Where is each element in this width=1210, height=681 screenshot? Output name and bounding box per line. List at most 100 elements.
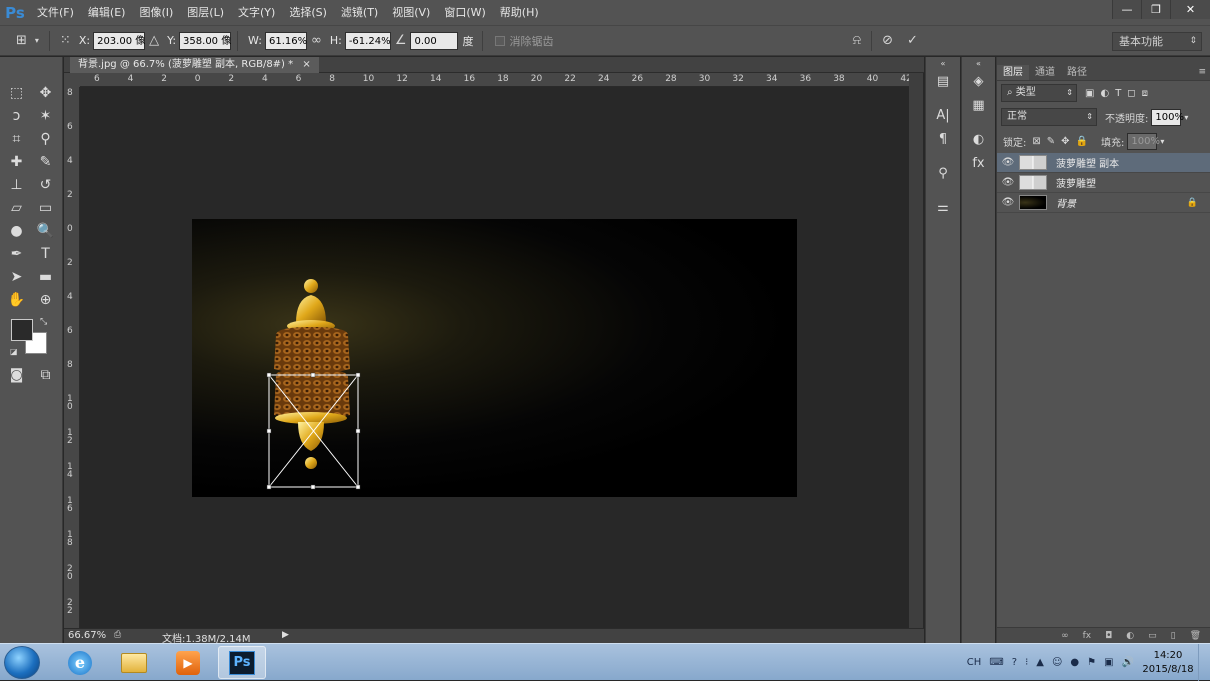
menu-window[interactable]: 窗口(W) bbox=[437, 0, 492, 25]
layer-row[interactable]: 👁 菠萝雕塑 bbox=[997, 173, 1210, 193]
brush-tool-icon[interactable]: ✎ bbox=[31, 150, 60, 173]
filter-smart-object-icon[interactable]: ⧈ bbox=[1142, 88, 1148, 99]
menu-file[interactable]: 文件(F) bbox=[30, 0, 81, 25]
document-canvas[interactable] bbox=[192, 219, 797, 497]
tool-presets-icon[interactable]: ⚌ bbox=[926, 195, 960, 219]
crop-tool-icon[interactable]: ⌗ bbox=[2, 127, 31, 150]
visibility-eye-icon[interactable]: 👁 bbox=[997, 197, 1019, 208]
angle-input[interactable]: 0.00 bbox=[410, 31, 459, 50]
add-mask-icon[interactable]: ◘ bbox=[1105, 631, 1112, 641]
opacity-dropdown-icon[interactable]: ▾ bbox=[1184, 113, 1188, 122]
width-input[interactable]: 61.16% bbox=[265, 31, 307, 50]
workspace-select[interactable]: 基本功能 ⇕ bbox=[1112, 32, 1202, 51]
panel-menu-icon[interactable]: ≡ bbox=[1198, 67, 1206, 77]
restore-button[interactable]: ❐ bbox=[1141, 0, 1170, 19]
fill-dropdown-icon[interactable]: ▾ bbox=[1160, 137, 1164, 146]
link-icon[interactable]: ∞ bbox=[311, 33, 322, 48]
menu-filter[interactable]: 滤镜(T) bbox=[334, 0, 385, 25]
quick-mask-icon[interactable]: ◙ bbox=[2, 363, 31, 386]
minimize-button[interactable]: — bbox=[1112, 0, 1141, 19]
visibility-eye-icon[interactable]: 👁 bbox=[997, 157, 1019, 168]
history-brush-tool-icon[interactable]: ↺ bbox=[31, 173, 60, 196]
internet-explorer-icon[interactable]: e bbox=[56, 646, 104, 679]
new-group-icon[interactable]: ▭ bbox=[1148, 631, 1157, 641]
flag-icon[interactable]: ⚑ bbox=[1087, 657, 1096, 668]
delete-layer-icon[interactable]: 🗑 bbox=[1190, 631, 1201, 641]
ime-indicator[interactable]: CH bbox=[967, 657, 982, 668]
blur-tool-icon[interactable]: ● bbox=[2, 219, 31, 242]
new-adjustment-icon[interactable]: ◐ bbox=[1126, 631, 1134, 641]
lock-image-icon[interactable]: ✎ bbox=[1047, 136, 1055, 147]
menu-view[interactable]: 视图(V) bbox=[385, 0, 437, 25]
clock[interactable]: 14:20 2015/8/18 bbox=[1138, 649, 1198, 677]
close-tab-icon[interactable]: × bbox=[302, 59, 310, 70]
status-menu-arrow-icon[interactable]: ▶ bbox=[282, 630, 289, 640]
hand-tool-icon[interactable]: ✋ bbox=[2, 288, 31, 311]
panel-collapse-icon[interactable]: « bbox=[962, 57, 995, 69]
layer-kind-filter[interactable]: ⌕ 类型 ⇕ bbox=[1001, 84, 1077, 102]
screen-mode-icon[interactable]: ⧉ bbox=[31, 363, 60, 386]
pen-tool-icon[interactable]: ✒ bbox=[2, 242, 31, 265]
commit-transform-icon[interactable]: ✓ bbox=[907, 33, 918, 48]
show-hidden-icons-icon[interactable]: ▲ bbox=[1036, 657, 1044, 668]
path-selection-tool-icon[interactable]: ➤ bbox=[2, 265, 31, 288]
menu-image[interactable]: 图像(I) bbox=[132, 0, 180, 25]
tab-paths[interactable]: 路径 bbox=[1061, 65, 1093, 80]
filter-adjustment-icon[interactable]: ◐ bbox=[1100, 88, 1109, 99]
swap-colors-icon[interactable]: ⤡ bbox=[40, 317, 47, 327]
history-panel-icon[interactable]: ▤ bbox=[926, 69, 960, 93]
healing-brush-tool-icon[interactable]: ✚ bbox=[2, 150, 31, 173]
menu-type[interactable]: 文字(Y) bbox=[231, 0, 282, 25]
type-tool-icon[interactable]: T bbox=[31, 242, 60, 265]
menu-help[interactable]: 帮助(H) bbox=[493, 0, 546, 25]
dodge-tool-icon[interactable]: 🔍 bbox=[31, 219, 60, 242]
layer-row[interactable]: 👁 菠萝雕塑 副本 bbox=[997, 153, 1210, 173]
new-layer-icon[interactable]: ▯ bbox=[1171, 631, 1176, 641]
lasso-tool-icon[interactable]: ↄ bbox=[2, 104, 31, 127]
reference-point-icon[interactable]: ⁙ bbox=[60, 33, 71, 48]
move-tool-icon[interactable]: ✥ bbox=[31, 81, 60, 104]
styles-panel-icon[interactable]: fx bbox=[962, 151, 995, 175]
volume-icon[interactable]: 🔊 bbox=[1122, 657, 1134, 668]
height-input[interactable]: -61.24% bbox=[344, 31, 391, 50]
qq-icon[interactable]: ● bbox=[1070, 657, 1079, 668]
transform-tool-icon[interactable]: ⊞ bbox=[16, 33, 27, 48]
lock-position-icon[interactable]: ✥ bbox=[1061, 136, 1069, 147]
opacity-input[interactable]: 100% bbox=[1151, 108, 1184, 126]
close-button[interactable]: ✕ bbox=[1170, 0, 1210, 19]
export-icon[interactable]: ⎙ bbox=[114, 630, 121, 640]
filter-type-icon[interactable]: T bbox=[1115, 88, 1121, 99]
menu-select[interactable]: 选择(S) bbox=[282, 0, 334, 25]
photoshop-taskbar-icon[interactable]: Ps bbox=[218, 646, 266, 679]
brush-panel-icon[interactable]: ⚲ bbox=[926, 161, 960, 185]
clone-stamp-tool-icon[interactable]: ⊥ bbox=[2, 173, 31, 196]
tab-layers[interactable]: 图层 bbox=[997, 65, 1029, 80]
lock-all-icon[interactable]: 🔒 bbox=[1076, 136, 1088, 147]
eyedropper-tool-icon[interactable]: ⚲ bbox=[31, 127, 60, 150]
settings-icon[interactable]: ⁝ bbox=[1025, 657, 1028, 668]
gradient-tool-icon[interactable]: ▭ bbox=[31, 196, 60, 219]
y-input[interactable]: 358.00 像 bbox=[179, 31, 231, 50]
default-colors-icon[interactable]: ◪ bbox=[10, 347, 18, 356]
canvas-area[interactable] bbox=[80, 87, 909, 628]
antialias-checkbox[interactable] bbox=[495, 35, 506, 46]
relative-position-icon[interactable]: △ bbox=[149, 33, 159, 48]
filter-pixel-icon[interactable]: ▣ bbox=[1085, 88, 1094, 99]
blend-mode-select[interactable]: 正常 ⇕ bbox=[1001, 108, 1097, 126]
keyboard-icon[interactable]: ⌨ bbox=[989, 657, 1003, 668]
foreground-color-swatch[interactable] bbox=[11, 319, 33, 341]
document-tab[interactable]: 背景.jpg @ 66.7% (菠萝雕塑 副本, RGB/8#) * × bbox=[70, 57, 319, 73]
zoom-level[interactable]: 66.67% bbox=[68, 630, 106, 641]
link-layers-icon[interactable]: ∞ bbox=[1061, 631, 1069, 641]
visibility-eye-icon[interactable]: 👁 bbox=[997, 177, 1019, 188]
panel-collapse-icon[interactable]: « bbox=[926, 57, 960, 69]
file-explorer-icon[interactable] bbox=[110, 646, 158, 679]
rectangle-tool-icon[interactable]: ▬ bbox=[31, 265, 60, 288]
menu-edit[interactable]: 编辑(E) bbox=[81, 0, 133, 25]
help-icon[interactable]: ? bbox=[1012, 657, 1017, 668]
marquee-tool-icon[interactable]: ⬚ bbox=[2, 81, 31, 104]
warp-mode-icon[interactable]: ⍾ bbox=[852, 33, 861, 48]
network-icon[interactable]: ▣ bbox=[1104, 657, 1113, 668]
media-player-icon[interactable]: ▶ bbox=[164, 646, 212, 679]
3d-panel-icon[interactable]: ◈ bbox=[962, 69, 995, 93]
